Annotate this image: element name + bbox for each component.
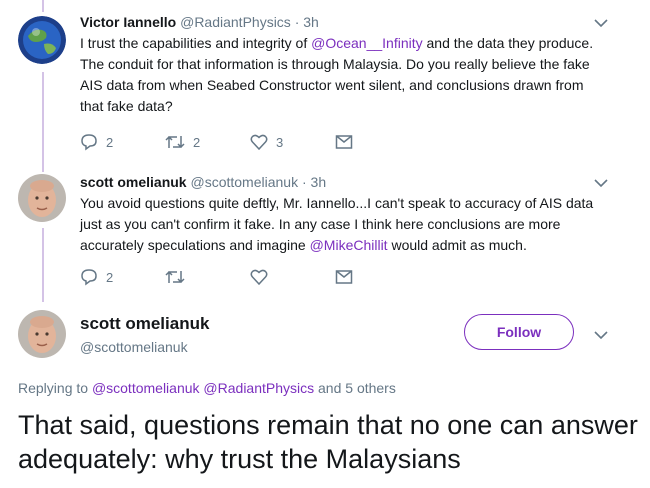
retweet-icon [165, 270, 185, 284]
retweet-count: 2 [193, 134, 201, 150]
tweet-text: You avoid questions quite deftly, Mr. Ia… [80, 193, 600, 256]
chevron-down-icon[interactable] [594, 330, 608, 340]
tweet-text: I trust the capabilities and integrity o… [80, 33, 600, 117]
action-bar: 2 2 3 [80, 132, 420, 152]
text-segment: I trust the capabilities and integrity o… [80, 35, 312, 51]
separator: · [301, 174, 307, 190]
like-button[interactable] [250, 268, 335, 286]
timestamp[interactable]: 3h [311, 174, 327, 190]
like-icon [250, 269, 268, 286]
like-button[interactable]: 3 [250, 133, 335, 151]
avatar[interactable] [18, 16, 66, 64]
display-name[interactable]: Victor Iannello [80, 14, 176, 30]
timestamp[interactable]: 3h [303, 14, 319, 30]
reply-icon [81, 269, 97, 286]
retweet-button[interactable]: 2 [165, 133, 250, 151]
replying-suffix[interactable]: and 5 others [314, 380, 396, 396]
avatar[interactable] [18, 310, 66, 358]
like-count: 3 [276, 134, 284, 150]
replying-prefix: Replying to [18, 380, 92, 396]
mention-link[interactable]: @MikeChillit [310, 237, 388, 253]
reply-button[interactable]: 2 [80, 268, 165, 286]
chevron-down-icon[interactable] [594, 18, 608, 28]
mention-link[interactable]: @Ocean__Infinity [311, 35, 423, 51]
direct-message-button[interactable] [335, 269, 420, 285]
user-handle[interactable]: @RadiantPhysics [180, 14, 291, 30]
main-tweet-text: That said, questions remain that no one … [18, 410, 638, 474]
tweet-header: scott omelianuk @scottomelianuk · 3h [80, 173, 600, 191]
envelope-icon [335, 135, 353, 149]
follow-button[interactable]: Follow [464, 314, 574, 350]
user-handle[interactable]: @scottomelianuk [190, 174, 298, 190]
direct-message-button[interactable] [335, 134, 420, 150]
separator: · [294, 14, 300, 30]
reply-icon [81, 134, 97, 151]
reply-count: 2 [106, 134, 114, 150]
avatar[interactable] [18, 174, 66, 222]
replying-mentions[interactable]: @scottomelianuk @RadiantPhysics [92, 380, 314, 396]
chevron-down-icon[interactable] [594, 178, 608, 188]
replying-to: Replying to @scottomelianuk @RadiantPhys… [18, 380, 396, 396]
reply-button[interactable]: 2 [80, 133, 165, 151]
action-bar: 2 [80, 267, 420, 287]
tweet-header: Victor Iannello @RadiantPhysics · 3h [80, 13, 600, 31]
tweet-victor[interactable]: Victor Iannello @RadiantPhysics · 3h I t… [0, 0, 650, 160]
envelope-icon [335, 270, 353, 284]
display-name[interactable]: scott omelianuk [80, 174, 187, 190]
tweet-scott-reply[interactable]: scott omelianuk @scottomelianuk · 3h You… [0, 160, 650, 300]
reply-count: 2 [106, 269, 114, 285]
retweet-icon [165, 135, 185, 149]
text-segment: would admit as much. [387, 237, 527, 253]
like-icon [250, 134, 268, 151]
retweet-button[interactable] [165, 268, 250, 286]
